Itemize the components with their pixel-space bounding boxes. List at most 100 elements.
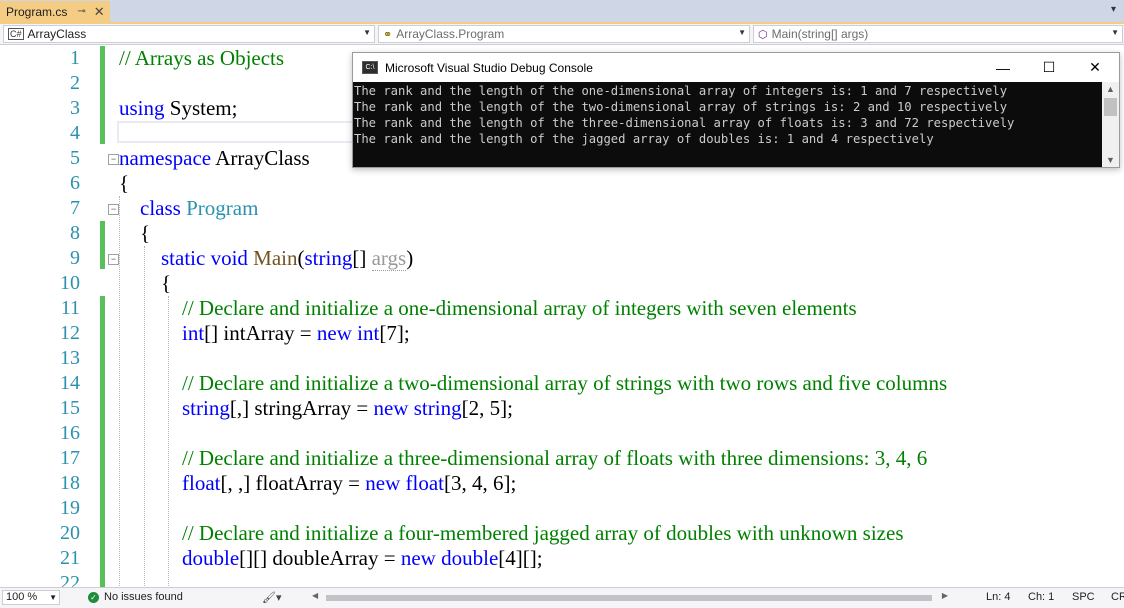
code-token: ArrayClass bbox=[211, 146, 310, 170]
zoom-level: 100 % bbox=[6, 591, 38, 603]
console-output[interactable]: The rank and the length of the one-dimen… bbox=[353, 82, 1119, 167]
code-line[interactable]: { bbox=[119, 271, 171, 296]
member-dropdown[interactable]: ⬡ Main(string[] args) ▼ bbox=[753, 25, 1123, 43]
code-line[interactable]: static void Main(string[] args) bbox=[119, 246, 413, 271]
scroll-left-icon[interactable]: ◀ bbox=[312, 591, 318, 600]
chevron-down-icon: ▼ bbox=[363, 28, 371, 37]
maximize-button[interactable]: ☐ bbox=[1026, 53, 1072, 82]
code-token: { bbox=[119, 271, 172, 295]
line-number: 21 bbox=[60, 547, 80, 569]
code-token: [][] doubleArray = bbox=[239, 546, 401, 570]
collapse-outline-icon[interactable]: − bbox=[108, 204, 119, 215]
scroll-up-icon[interactable]: ▲ bbox=[1106, 84, 1115, 94]
scroll-right-icon[interactable]: ▶ bbox=[942, 591, 948, 600]
issues-indicator[interactable]: ✓ No issues found bbox=[88, 591, 183, 603]
line-number: 8 bbox=[70, 222, 80, 244]
change-tracking-bar bbox=[100, 221, 105, 269]
code-line[interactable]: float[, ,] floatArray = new float[3, 4, … bbox=[119, 471, 516, 496]
code-line[interactable]: class Program bbox=[119, 196, 258, 221]
line-number: 1 bbox=[70, 47, 80, 69]
code-token: new bbox=[400, 546, 436, 570]
minimize-button[interactable]: — bbox=[980, 53, 1026, 82]
code-token: Main bbox=[253, 246, 298, 270]
code-token: args bbox=[371, 246, 407, 271]
code-cleanup-brush-icon[interactable]: 🖌▾ bbox=[262, 591, 282, 604]
line-number-gutter: 1 2 3 4 5 6 7 8 9 10 11 12 13 14 15 16 17 18 19 20 21 22− − − bbox=[0, 45, 119, 587]
code-token: // Declare and initialize a four-membere… bbox=[182, 521, 904, 545]
console-output-line: The rank and the length of the jagged ar… bbox=[354, 132, 934, 146]
chevron-down-icon: ▼ bbox=[49, 593, 57, 602]
line-number: 12 bbox=[60, 322, 80, 344]
line-number: 20 bbox=[60, 522, 80, 544]
line-number: 16 bbox=[60, 422, 80, 444]
line-number: 19 bbox=[60, 497, 80, 519]
collapse-outline-icon[interactable]: − bbox=[108, 154, 119, 165]
line-number: 22 bbox=[60, 572, 80, 587]
line-number: 10 bbox=[60, 272, 80, 294]
scrollbar-thumb[interactable] bbox=[1104, 98, 1117, 116]
console-title-bar[interactable]: C:\ Microsoft Visual Studio Debug Consol… bbox=[353, 53, 1119, 82]
change-tracking-bar bbox=[100, 296, 105, 587]
code-token: // Arrays as Objects bbox=[119, 46, 285, 70]
close-tab-icon[interactable]: ✕ bbox=[94, 4, 105, 20]
code-token: new bbox=[365, 471, 401, 495]
code-token: new bbox=[316, 321, 352, 345]
code-token: using bbox=[119, 96, 165, 120]
zoom-dropdown[interactable]: 100 % ▼ bbox=[2, 590, 60, 605]
console-app-icon: C:\ bbox=[362, 61, 378, 74]
code-line[interactable]: // Declare and initialize a four-membere… bbox=[119, 521, 904, 546]
code-line[interactable]: double[][] doubleArray = new double[4][]… bbox=[119, 546, 543, 571]
code-token: string bbox=[182, 396, 230, 420]
scroll-down-icon[interactable]: ▼ bbox=[1106, 155, 1115, 165]
code-token: new bbox=[373, 396, 409, 420]
code-line[interactable]: // Declare and initialize a two-dimensio… bbox=[119, 371, 947, 396]
class-icon: ⚭ bbox=[383, 28, 393, 41]
chevron-down-icon: ▼ bbox=[738, 28, 746, 37]
code-line[interactable]: // Arrays as Objects bbox=[119, 46, 284, 71]
close-button[interactable]: ✕ bbox=[1072, 53, 1118, 82]
console-scrollbar[interactable]: ▲ ▼ bbox=[1102, 82, 1119, 167]
code-line[interactable]: namespace ArrayClass bbox=[119, 146, 310, 171]
column-indicator[interactable]: Ch: 1 bbox=[1028, 591, 1054, 603]
code-token: [] bbox=[352, 246, 372, 270]
csharp-project-icon: C# bbox=[8, 28, 24, 40]
project-dropdown[interactable]: C# ArrayClass ▼ bbox=[3, 25, 375, 43]
current-line-highlight bbox=[117, 121, 357, 143]
code-line[interactable]: { bbox=[119, 221, 150, 246]
tab-overflow-chevron-icon[interactable]: ▾ bbox=[1111, 4, 1116, 15]
code-line[interactable]: string[,] stringArray = new string[2, 5]… bbox=[119, 396, 513, 421]
code-token: static bbox=[161, 246, 206, 270]
pin-icon[interactable]: ⊸ bbox=[77, 6, 85, 17]
tab-program-cs[interactable]: Program.cs ⊸ ✕ bbox=[0, 1, 110, 22]
horizontal-scrollbar[interactable]: ◀ ▶ bbox=[312, 591, 948, 603]
line-indicator[interactable]: Ln: 4 bbox=[986, 591, 1010, 603]
line-ending-mode[interactable]: CR bbox=[1111, 591, 1124, 603]
whitespace-mode[interactable]: SPC bbox=[1072, 591, 1095, 603]
code-line[interactable]: // Declare and initialize a three-dimens… bbox=[119, 446, 927, 471]
code-token: [4][]; bbox=[498, 546, 543, 570]
code-token: void bbox=[210, 246, 248, 270]
code-line[interactable]: int[] intArray = new int[7]; bbox=[119, 321, 410, 346]
document-tab-strip: Program.cs ⊸ ✕ ▾ bbox=[0, 0, 1124, 24]
line-number: 9 bbox=[70, 247, 80, 269]
code-token: int bbox=[182, 321, 205, 345]
code-token: [] intArray = bbox=[204, 321, 317, 345]
debug-console-window[interactable]: C:\ Microsoft Visual Studio Debug Consol… bbox=[352, 52, 1120, 168]
scrollbar-thumb[interactable] bbox=[326, 595, 932, 601]
collapse-outline-icon[interactable]: − bbox=[108, 254, 119, 265]
code-line[interactable]: // Declare and initialize a one-dimensio… bbox=[119, 296, 857, 321]
code-line[interactable]: using System; bbox=[119, 96, 237, 121]
code-line[interactable]: { bbox=[119, 171, 129, 196]
line-number: 11 bbox=[60, 297, 80, 319]
code-token: { bbox=[119, 171, 130, 195]
code-token: float bbox=[182, 471, 221, 495]
type-dropdown[interactable]: ⚭ ArrayClass.Program ▼ bbox=[378, 25, 750, 43]
line-number: 3 bbox=[70, 97, 80, 119]
issues-text: No issues found bbox=[104, 591, 183, 603]
method-icon: ⬡ bbox=[758, 28, 768, 41]
